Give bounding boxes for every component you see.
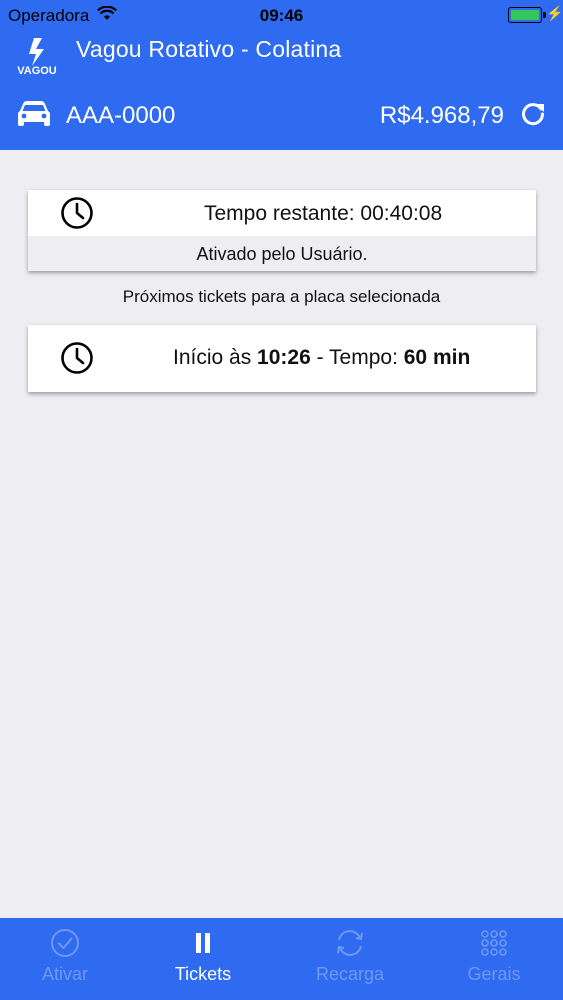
- grid-icon: [481, 930, 507, 956]
- tab-label: Gerais: [467, 964, 521, 984]
- duration: 60 min: [403, 346, 471, 369]
- tab-bar: Ativar Tickets Recarga Gerais: [0, 918, 563, 1000]
- next-tickets-label: Próximos tickets para a placa selecionad…: [122, 287, 441, 306]
- balance-amount: R$4.968,79: [379, 102, 504, 129]
- clock-icon: [61, 197, 93, 229]
- app-logo: VAGOU: [14, 36, 60, 80]
- remaining-time: Tempo restante: 00:40:08: [204, 202, 443, 225]
- tab-label: Recarga: [315, 964, 385, 984]
- car-icon[interactable]: [17, 100, 51, 128]
- tab-label: Ativar: [41, 964, 88, 984]
- status-bar: Operadora 09:46 ⚡: [0, 0, 563, 30]
- tab-recarga[interactable]: Recarga: [280, 918, 420, 1000]
- logo-text: VAGOU: [17, 65, 57, 77]
- app-title: Vagou Rotativo - Colatina: [76, 36, 342, 62]
- refresh-icon: [337, 930, 363, 956]
- pause-icon: [196, 933, 210, 953]
- refresh-icon[interactable]: [520, 101, 546, 127]
- start-prefix: Início às: [173, 346, 258, 369]
- app-header: Operadora 09:46 ⚡ VAGOU Vagou Rotativo -…: [0, 0, 563, 150]
- check-circle-icon: [51, 929, 79, 957]
- tab-ativar[interactable]: Ativar: [0, 918, 135, 1000]
- duration-prefix: - Tempo:: [310, 346, 404, 369]
- plate-number[interactable]: AAA-0000: [66, 102, 175, 130]
- activated-by-label: Ativado pelo Usuário.: [196, 244, 368, 264]
- next-ticket-info: Início às 10:26 - Tempo: 60 min: [173, 346, 470, 370]
- status-time: 09:46: [259, 6, 304, 25]
- battery-icon: [508, 7, 546, 23]
- tab-gerais[interactable]: Gerais: [424, 918, 563, 1000]
- clock-icon: [61, 342, 93, 374]
- tab-label: Tickets: [174, 964, 232, 984]
- next-ticket-card[interactable]: Início às 10:26 - Tempo: 60 min: [28, 325, 536, 392]
- current-ticket-card: Tempo restante: 00:40:08 Ativado pelo Us…: [28, 190, 536, 271]
- charging-icon: ⚡: [546, 5, 563, 21]
- tab-tickets[interactable]: Tickets: [133, 918, 273, 1000]
- start-time: 10:26: [257, 346, 311, 369]
